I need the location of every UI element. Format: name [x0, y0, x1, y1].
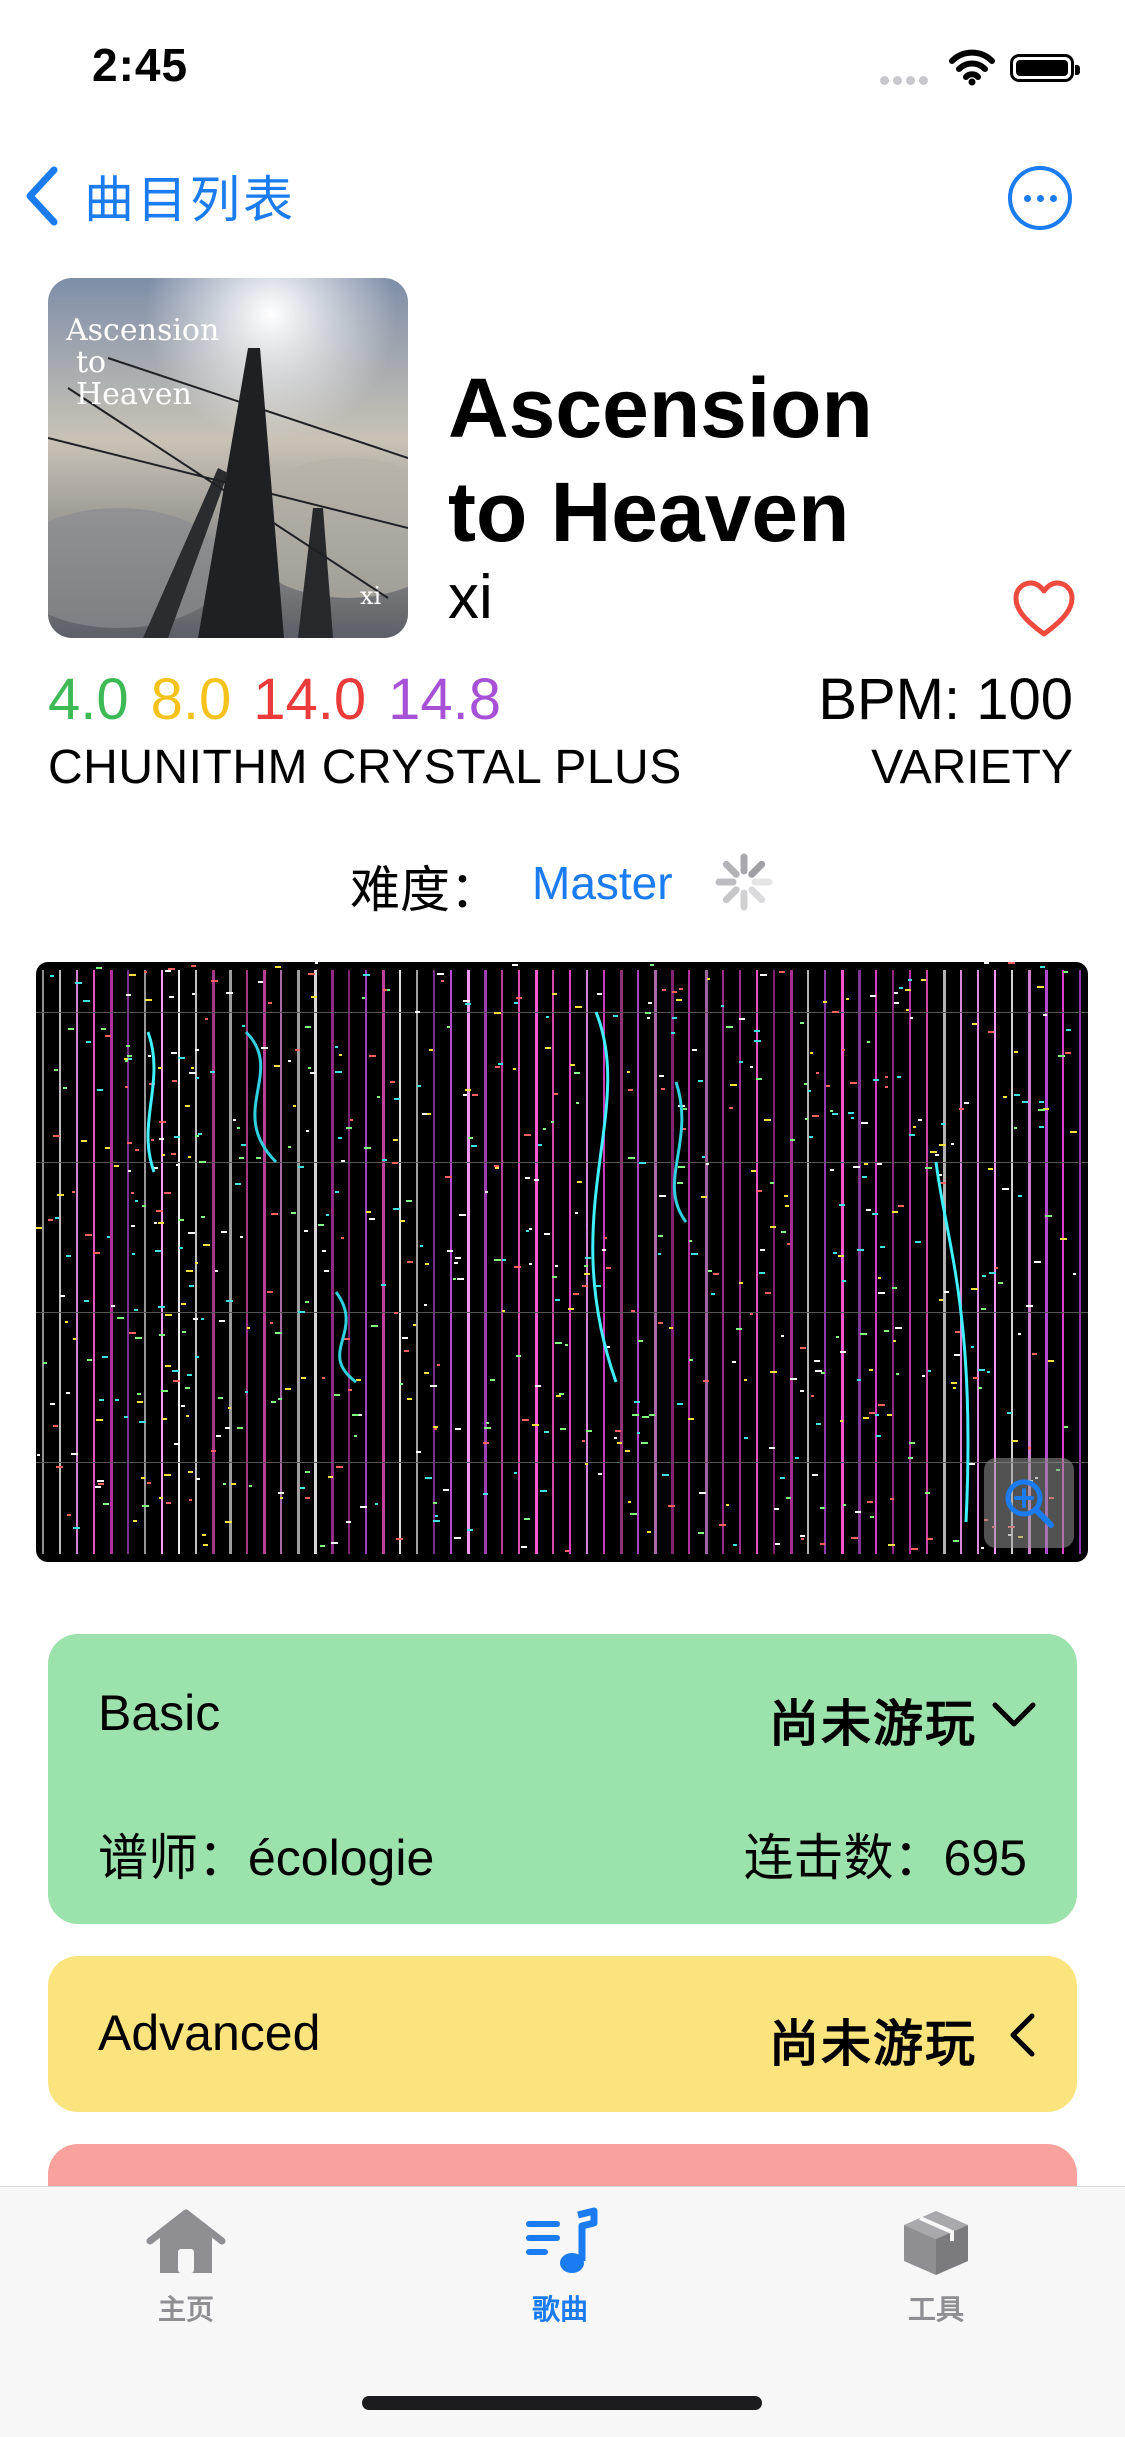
cube-icon [904, 2211, 968, 2275]
svg-text:xi: xi [360, 582, 382, 610]
chevron-left-icon [1007, 2012, 1037, 2063]
svg-text:to: to [76, 345, 106, 380]
album-cover: Ascension to Heaven xi [48, 278, 408, 638]
card-play-status: 尚未游玩 [769, 1696, 977, 1752]
tab-label: 主页 [157, 2294, 214, 2325]
card-play-status: 尚未游玩 [769, 2016, 977, 2072]
tab-home[interactable]: 主页 [86, 2207, 286, 2328]
back-label: 曲目列表 [84, 172, 296, 228]
difficulty-levels: 4.0 8.0 14.0 14.8 [48, 666, 523, 733]
magnifier-zoom-icon [1005, 1479, 1054, 1528]
card-difficulty-name: Basic [98, 1685, 221, 1741]
heart-icon [1013, 580, 1075, 637]
difficulty-card-basic[interactable]: Basic 尚未游玩 谱师：écologie 连击数：695 [48, 1634, 1077, 1924]
chart-preview-image[interactable] [36, 962, 1088, 1562]
difficulty-card-advanced[interactable]: Advanced 尚未游玩 [48, 1956, 1077, 2112]
song-version: CHUNITHM CRYSTAL PLUS [48, 741, 682, 794]
song-genre: VARIETY [871, 741, 1073, 794]
loading-spinner-icon [712, 850, 776, 919]
level-expert: 14.0 [253, 667, 367, 732]
ellipsis-circle-icon [1023, 194, 1031, 202]
song-title: Ascension to Heaven [448, 361, 873, 559]
svg-text:Heaven: Heaven [76, 377, 192, 412]
difficulty-picker[interactable]: Master [532, 856, 673, 910]
song-bpm: BPM: 100 [818, 667, 1073, 732]
level-basic: 4.0 [48, 667, 129, 732]
home-indicator [362, 2396, 762, 2410]
house-icon [146, 2209, 226, 2273]
tab-label: 歌曲 [531, 2294, 588, 2325]
level-master: 14.8 [388, 667, 502, 732]
wifi-icon [948, 48, 996, 91]
card-charter: 谱师：écologie [98, 1830, 435, 1886]
favorite-button[interactable] [1012, 580, 1076, 643]
back-button[interactable]: 曲目列表 [24, 160, 296, 232]
tab-label: 工具 [907, 2294, 964, 2325]
battery-icon [1010, 54, 1080, 82]
music-list-icon [526, 2207, 598, 2273]
tab-tools[interactable]: 工具 [836, 2207, 1036, 2328]
difficulty-picker-label: 难度： [350, 862, 500, 918]
card-difficulty-name: Advanced [98, 2005, 321, 2061]
cover-text: Ascension [65, 313, 219, 348]
more-options-button[interactable] [1008, 166, 1072, 230]
chevron-down-icon [991, 1700, 1037, 1735]
level-advanced: 8.0 [150, 667, 232, 732]
chevron-left-icon [26, 166, 58, 226]
status-time: 2:45 [92, 39, 189, 91]
card-combo-count: 连击数：695 [743, 1830, 1027, 1886]
song-artist: xi [448, 563, 493, 632]
zoom-button[interactable] [984, 1458, 1074, 1548]
cellular-signal-icon [880, 72, 932, 90]
tab-songs[interactable]: 歌曲 [460, 2207, 660, 2328]
